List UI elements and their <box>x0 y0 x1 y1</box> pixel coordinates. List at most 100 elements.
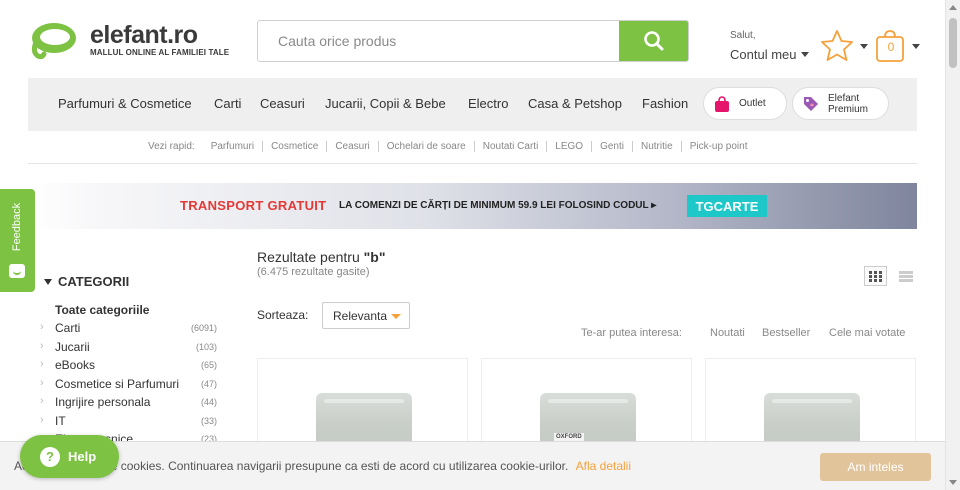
site-logo[interactable]: elefant.ro MALLUL ONLINE AL FAMILIEI TAL… <box>28 20 238 62</box>
tag-icon <box>804 96 818 111</box>
shopping-bag-icon <box>715 95 729 112</box>
quick-link-parfumuri[interactable]: Parfumuri <box>203 141 262 152</box>
cart-button[interactable]: 0 <box>874 28 920 64</box>
nav-item-casa-petshop[interactable]: Casa & Petshop <box>528 96 622 111</box>
nav-item-jucarii[interactable]: Jucarii, Copii & Bebe <box>325 96 446 111</box>
help-button[interactable]: ? Help <box>20 435 119 478</box>
scroll-down-icon[interactable] <box>949 480 957 485</box>
cookie-accept-button[interactable]: Am inteles <box>820 453 931 481</box>
cart-count: 0 <box>887 40 895 54</box>
category-count: (44) <box>200 397 217 407</box>
search-query: "b" <box>363 249 386 265</box>
account-label[interactable]: Contul meu <box>730 47 796 62</box>
category-item[interactable]: › Cosmetice si Parfumuri (47) <box>40 377 217 395</box>
category-item[interactable]: › IT (33) <box>40 414 217 432</box>
banner-text: LA COMENZI DE CĂRȚI DE MINIMUM 59.9 LEI … <box>339 200 657 211</box>
category-count: (65) <box>200 360 217 370</box>
category-name: IT <box>55 414 66 428</box>
grid-icon <box>869 270 882 282</box>
results-count: (6.475 rezultate gasite) <box>257 266 370 278</box>
quick-link-cosmetice[interactable]: Cosmetice <box>262 141 326 152</box>
interest-label: Te-ar putea interesa: <box>581 327 682 339</box>
outlet-label: Outlet <box>739 98 766 109</box>
scroll-up-icon[interactable] <box>949 5 957 10</box>
quick-links: Vezi rapid: Parfumuri Cosmetice Ceasuri … <box>148 141 756 152</box>
feedback-label: Feedback <box>11 202 23 252</box>
filter-link-noutati[interactable]: Noutati <box>710 327 745 339</box>
premium-label-line1: Elefant <box>828 92 860 104</box>
chevron-down-icon <box>801 52 810 57</box>
favorites-button[interactable] <box>818 28 868 64</box>
logo-wordmark: elefant.ro <box>90 21 198 49</box>
category-item[interactable]: › Carti (6091) <box>40 321 217 339</box>
banner-headline: TRANSPORT GRATUIT <box>180 198 327 213</box>
greeting-text: Salut, <box>730 30 756 41</box>
caret-down-icon <box>391 314 401 319</box>
sort-select[interactable]: Relevanta <box>322 302 410 329</box>
cookie-bar: Acest site foloseste cookies. Continuare… <box>0 441 945 490</box>
chevron-right-icon: › <box>40 321 44 333</box>
quick-link-ochelari[interactable]: Ochelari de soare <box>377 141 474 152</box>
account-menu[interactable]: Salut, Contul meu <box>730 30 810 62</box>
category-count: (103) <box>195 342 217 352</box>
quick-link-nutritie[interactable]: Nutritie <box>632 141 681 152</box>
feedback-tab[interactable]: Feedback <box>0 189 35 292</box>
premium-button[interactable]: Elefant Premium <box>792 87 889 120</box>
quick-links-label: Vezi rapid: <box>148 141 195 152</box>
logo-tagline: MALLUL ONLINE AL FAMILIEI TALE <box>90 48 230 57</box>
category-item[interactable]: › Jucarii (103) <box>40 340 217 358</box>
smiley-icon <box>9 264 25 278</box>
cookie-details-link[interactable]: Afla detalii <box>576 459 631 473</box>
outlet-button[interactable]: Outlet <box>703 87 787 120</box>
divider <box>28 163 917 164</box>
quick-link-ceasuri[interactable]: Ceasuri <box>326 141 377 152</box>
chevron-right-icon: › <box>40 358 44 370</box>
category-item[interactable]: › eBooks (65) <box>40 358 217 376</box>
nav-item-fashion[interactable]: Fashion <box>642 96 688 111</box>
elephant-logo-icon <box>31 23 76 60</box>
category-count: (33) <box>200 416 217 426</box>
chevron-right-icon: › <box>40 340 44 352</box>
sort-value: Relevanta <box>333 308 388 323</box>
caret-down-icon <box>44 278 52 285</box>
category-name: Carti <box>55 321 81 335</box>
chevron-right-icon: › <box>40 377 44 389</box>
nav-item-ceasuri[interactable]: Ceasuri <box>260 96 305 111</box>
sort-label: Sorteaza: <box>257 308 309 322</box>
chevron-down-icon <box>860 43 868 49</box>
quick-link-pickup[interactable]: Pick-up point <box>680 141 756 152</box>
chevron-right-icon: › <box>40 414 44 426</box>
search-bar <box>257 20 689 62</box>
quick-link-lego[interactable]: LEGO <box>546 141 591 152</box>
premium-label: Elefant Premium <box>828 93 868 115</box>
search-button[interactable] <box>619 21 688 61</box>
filter-link-cele-mai-votate[interactable]: Cele mai votate <box>829 327 905 339</box>
grid-view-button[interactable] <box>864 266 887 286</box>
categories-heading[interactable]: CATEGORII <box>44 274 129 289</box>
category-name: Cosmetice si Parfumuri <box>55 377 180 391</box>
quick-link-genti[interactable]: Genti <box>591 141 632 152</box>
nav-item-carti[interactable]: Carti <box>214 96 241 111</box>
results-title-prefix: Rezultate pentru <box>257 249 364 265</box>
results-title: Rezultate pentru "b" <box>257 249 385 265</box>
filter-link-bestseller[interactable]: Bestseller <box>762 327 810 339</box>
list-icon <box>899 270 913 282</box>
list-view-button[interactable] <box>896 266 916 286</box>
search-input[interactable] <box>258 21 620 61</box>
category-name: Ingrijire personala <box>55 395 151 409</box>
category-name: eBooks <box>55 358 96 372</box>
category-item[interactable]: › Ingrijire personala (44) <box>40 395 217 413</box>
nav-item-electro[interactable]: Electro <box>468 96 508 111</box>
promo-code: TGCARTE <box>687 195 767 217</box>
page-scrollbar[interactable] <box>945 0 960 490</box>
quick-link-noutati-carti[interactable]: Noutati Carti <box>473 141 547 152</box>
all-categories-link[interactable]: Toate categoriile <box>55 303 149 317</box>
premium-label-line2: Premium <box>828 103 869 115</box>
nav-item-parfumuri-cosmetice[interactable]: Parfumuri & Cosmetice <box>58 96 192 111</box>
scrollbar-thumb[interactable] <box>949 18 957 68</box>
chevron-right-icon: › <box>40 395 44 407</box>
category-nav: Parfumuri & Cosmetice Carti Ceasuri Juca… <box>28 78 917 131</box>
search-icon <box>643 31 663 51</box>
category-count: (6091) <box>190 323 217 333</box>
promo-banner[interactable]: TRANSPORT GRATUIT LA COMENZI DE CĂRȚI DE… <box>28 183 917 229</box>
